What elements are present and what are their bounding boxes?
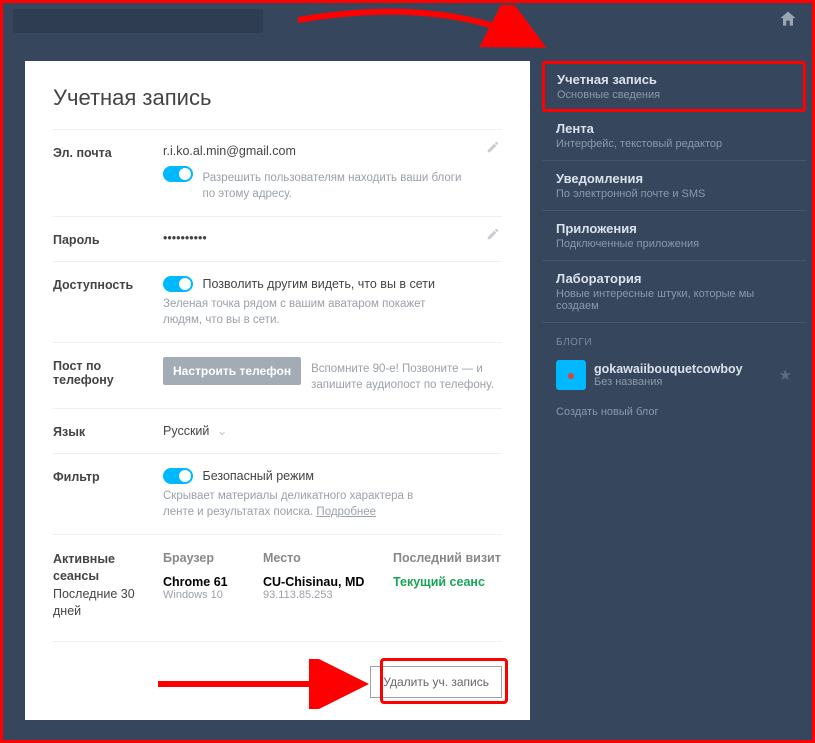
session-browser: Chrome 61: [163, 575, 263, 589]
row-password: Пароль ••••••••••: [53, 216, 502, 261]
sidebar-item-title: Учетная запись: [557, 72, 791, 87]
availability-toggle-text: Позволить другим видеть, что вы в сети: [202, 277, 435, 291]
label-email: Эл. почта: [53, 144, 163, 160]
label-language: Язык: [53, 423, 163, 439]
sidebar-item-apps[interactable]: Приложения Подключенные приложения: [542, 211, 806, 261]
sidebar-item-sub: Основные сведения: [557, 89, 791, 101]
row-filter: Фильтр Безопасный режим Скрывает материа…: [53, 453, 502, 534]
star-icon[interactable]: ★: [779, 366, 792, 384]
create-blog-link[interactable]: Создать новый блог: [542, 396, 806, 428]
sidebar-item-account[interactable]: Учетная запись Основные сведения: [542, 61, 806, 112]
toggle-email-find[interactable]: [163, 166, 193, 182]
col-last: Последний визит: [393, 551, 502, 565]
sidebar-item-lab[interactable]: Лаборатория Новые интересные штуки, кото…: [542, 261, 806, 323]
chevron-down-icon: ⌄: [217, 424, 227, 438]
session-row: Chrome 61 Windows 10 CU-Chisinau, MD 93.…: [163, 575, 502, 601]
edit-password-icon[interactable]: [486, 227, 500, 244]
sidebar-item-sub: Интерфейс, текстовый редактор: [556, 138, 792, 150]
sidebar-item-title: Приложения: [556, 221, 792, 236]
label-phone-post: Пост по телефону: [53, 357, 163, 387]
label-filter: Фильтр: [53, 468, 163, 484]
col-location: Место: [263, 551, 393, 565]
delete-account-button[interactable]: Удалить уч. запись: [370, 666, 502, 698]
blog-item[interactable]: ● gokawaiibouquetcowboy Без названия ★: [542, 354, 806, 396]
sidebar-item-title: Лента: [556, 121, 792, 136]
settings-panel: Учетная запись Эл. почта r.i.ko.al.min@g…: [25, 61, 530, 720]
sidebar-item-sub: Подключенные приложения: [556, 238, 792, 250]
filter-more-link[interactable]: Подробнее: [316, 506, 376, 518]
toggle-safe-mode[interactable]: [163, 468, 193, 484]
row-sessions: Активные сеансы Последние 30 дней Браузе…: [53, 534, 502, 621]
setup-phone-button[interactable]: Настроить телефон: [163, 357, 301, 385]
blog-avatar: ●: [556, 360, 586, 390]
session-location: CU-Chisinau, MD: [263, 575, 393, 589]
settings-sidebar: Учетная запись Основные сведения Лента И…: [542, 61, 806, 428]
session-os: Windows 10: [163, 589, 263, 601]
row-phone-post: Пост по телефону Настроить телефон Вспом…: [53, 342, 502, 407]
session-ip: 93.113.85.253: [263, 589, 393, 601]
language-value: Русский: [163, 424, 209, 438]
sidebar-item-sub: По электронной почте и SMS: [556, 188, 792, 200]
sidebar-item-notifications[interactable]: Уведомления По электронной почте и SMS: [542, 161, 806, 211]
filter-toggle-text: Безопасный режим: [202, 469, 313, 483]
email-toggle-text: Разрешить пользователям находить ваши бл…: [202, 170, 462, 202]
row-availability: Доступность Позволить другим видеть, что…: [53, 261, 502, 342]
sessions-label: Активные сеансы: [53, 551, 163, 586]
blog-sub: Без названия: [594, 376, 743, 388]
home-icon[interactable]: [778, 9, 798, 34]
label-availability: Доступность: [53, 276, 163, 292]
row-language: Язык Русский ⌄: [53, 408, 502, 453]
email-value: r.i.ko.al.min@gmail.com: [163, 144, 502, 158]
phone-post-hint: Вспомните 90-е! Позвоните — и запишите а…: [311, 361, 502, 393]
language-select[interactable]: Русский ⌄: [163, 424, 227, 438]
password-value: ••••••••••: [163, 231, 207, 245]
sidebar-item-title: Лаборатория: [556, 271, 792, 286]
availability-hint: Зеленая точка рядом с вашим аватаром пок…: [163, 296, 433, 328]
label-password: Пароль: [53, 231, 163, 247]
toggle-availability[interactable]: [163, 276, 193, 292]
row-email: Эл. почта r.i.ko.al.min@gmail.com Разреш…: [53, 129, 502, 216]
sessions-sublabel: Последние 30 дней: [53, 586, 163, 621]
sidebar-item-feed[interactable]: Лента Интерфейс, текстовый редактор: [542, 111, 806, 161]
sidebar-item-title: Уведомления: [556, 171, 792, 186]
blog-name: gokawaiibouquetcowboy: [594, 362, 743, 376]
col-browser: Браузер: [163, 551, 263, 565]
sidebar-item-sub: Новые интересные штуки, которые мы созда…: [556, 288, 792, 312]
edit-email-icon[interactable]: [486, 140, 500, 157]
page-title: Учетная запись: [53, 85, 502, 111]
session-last: Текущий сеанс: [393, 575, 502, 601]
brand-area: [13, 9, 263, 33]
sidebar-section-blogs: БЛОГИ: [542, 323, 806, 354]
